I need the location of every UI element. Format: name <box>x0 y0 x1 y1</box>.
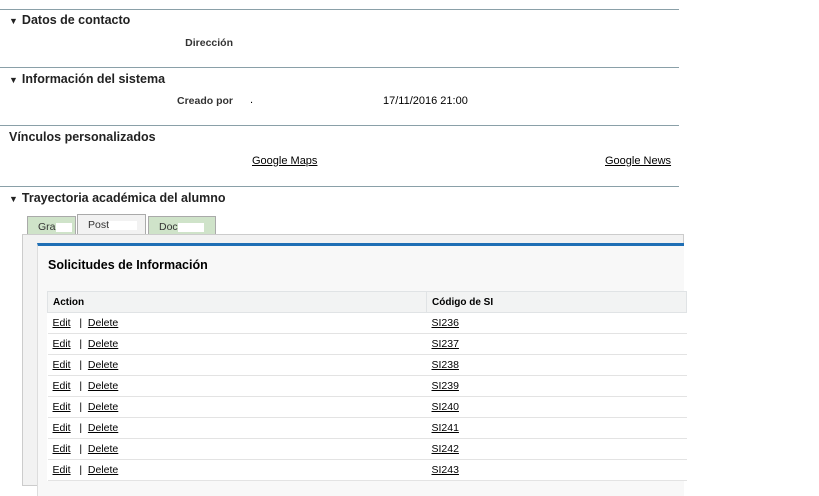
delete-link[interactable]: Delete <box>88 422 118 434</box>
related-list-table: Action Código de SI Edit | Delete SI236 Edi… <box>47 291 687 481</box>
edit-link[interactable]: Edit <box>53 317 71 329</box>
redaction <box>177 222 204 232</box>
created-date: 17/11/2016 21:00 <box>383 95 468 107</box>
section-title: Información del sistema <box>21 72 166 86</box>
redaction <box>109 220 138 230</box>
tab-postgrado[interactable]: Post <box>77 214 146 235</box>
google-news-link[interactable]: Google News <box>605 155 671 167</box>
table-row: Edit | Delete SI238 <box>47 354 687 376</box>
record-link[interactable]: SI237 <box>432 338 459 350</box>
section-title: Trayectoria académica del alumno <box>21 191 226 205</box>
code-cell: SI242 <box>426 438 687 460</box>
action-cell: Edit | Delete <box>47 354 427 376</box>
triangle-down-icon: ▼ <box>9 16 18 26</box>
academic-section: ▼ Trayectoria académica del alumno <box>0 186 679 205</box>
edit-link[interactable]: Edit <box>53 464 71 476</box>
edit-link[interactable]: Edit <box>53 359 71 371</box>
table-row: Edit | Delete SI243 <box>47 459 687 481</box>
action-cell: Edit | Delete <box>47 375 427 397</box>
table-row: Edit | Delete SI241 <box>47 417 687 439</box>
action-cell: Edit | Delete <box>47 459 427 481</box>
action-cell: Edit | Delete <box>47 333 427 355</box>
table-row: Edit | Delete SI237 <box>47 333 687 355</box>
tab-panel: Solicitudes de Información Action Código … <box>22 234 687 496</box>
triangle-down-icon: ▼ <box>9 75 18 85</box>
delete-link[interactable]: Delete <box>88 338 118 350</box>
edit-link[interactable]: Edit <box>53 338 71 350</box>
tab-doctorado[interactable]: Doc <box>148 216 216 234</box>
table-row: Edit | Delete SI236 <box>47 312 687 334</box>
code-cell: SI236 <box>426 312 687 334</box>
tab-label: Doc <box>159 221 178 233</box>
google-maps-link[interactable]: Google Maps <box>252 155 317 167</box>
edit-link[interactable]: Edit <box>53 401 71 413</box>
tab-grado[interactable]: Gra <box>27 216 76 234</box>
action-cell: Edit | Delete <box>47 438 427 460</box>
record-link[interactable]: SI236 <box>432 317 459 329</box>
links-section: Vínculos personalizados Google Maps Goog… <box>0 125 679 167</box>
record-link[interactable]: SI238 <box>432 359 459 371</box>
table-row: Edit | Delete SI239 <box>47 375 687 397</box>
section-title: Vínculos personalizados <box>9 130 156 144</box>
delete-link[interactable]: Delete <box>88 359 118 371</box>
delete-link[interactable]: Delete <box>88 380 118 392</box>
record-link[interactable]: SI242 <box>432 443 459 455</box>
delete-link[interactable]: Delete <box>88 443 118 455</box>
record-link[interactable]: SI241 <box>432 422 459 434</box>
column-header-code[interactable]: Código de SI <box>426 291 687 313</box>
system-section: ▼ Información del sistema Creado por . 17… <box>0 67 679 107</box>
code-cell: SI241 <box>426 417 687 439</box>
address-label: Dirección <box>185 37 233 49</box>
contact-section-header[interactable]: ▼ Datos de contacto <box>9 13 130 27</box>
system-section-header[interactable]: ▼ Información del sistema <box>9 72 165 86</box>
code-cell: SI240 <box>426 396 687 418</box>
tab-label: Post <box>88 219 110 231</box>
record-link[interactable]: SI240 <box>432 401 459 413</box>
contact-section: ▼ Datos de contacto Dirección <box>0 9 679 49</box>
delete-link[interactable]: Delete <box>88 401 118 413</box>
record-link[interactable]: SI243 <box>432 464 459 476</box>
code-cell: SI239 <box>426 375 687 397</box>
triangle-down-icon: ▼ <box>9 194 18 204</box>
created-by-value[interactable]: . <box>250 94 253 106</box>
action-cell: Edit | Delete <box>47 396 427 418</box>
action-cell: Edit | Delete <box>47 312 427 334</box>
academic-section-header[interactable]: ▼ Trayectoria académica del alumno <box>9 191 226 205</box>
edit-link[interactable]: Edit <box>53 380 71 392</box>
column-header-action: Action <box>47 291 427 313</box>
record-link[interactable]: SI239 <box>432 380 459 392</box>
edit-link[interactable]: Edit <box>53 422 71 434</box>
code-cell: SI243 <box>426 459 687 481</box>
edit-link[interactable]: Edit <box>53 443 71 455</box>
delete-link[interactable]: Delete <box>88 317 118 329</box>
table-row: Edit | Delete SI240 <box>47 396 687 418</box>
action-cell: Edit | Delete <box>47 417 427 439</box>
delete-link[interactable]: Delete <box>88 464 118 476</box>
section-title: Datos de contacto <box>21 13 131 27</box>
code-cell: SI238 <box>426 354 687 376</box>
table-row: Edit | Delete SI242 <box>47 438 687 460</box>
tab-label: Gra <box>38 221 56 233</box>
related-list-title: Solicitudes de Información <box>48 258 208 272</box>
code-cell: SI237 <box>426 333 687 355</box>
created-by-label: Creado por <box>176 95 233 107</box>
related-list: Solicitudes de Información Action Código … <box>37 243 687 496</box>
redaction <box>55 222 72 232</box>
